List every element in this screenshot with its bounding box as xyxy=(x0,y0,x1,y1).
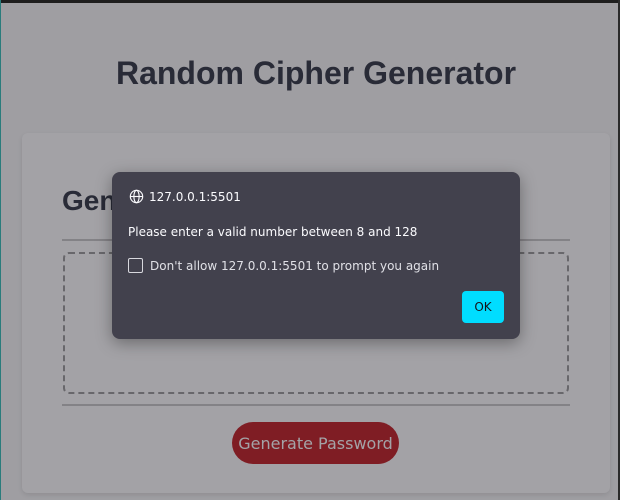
ok-button[interactable]: OK xyxy=(462,291,504,323)
dont-allow-label: Don't allow 127.0.0.1:5501 to prompt you… xyxy=(150,258,440,273)
dialog-origin: 127.0.0.1:5501 xyxy=(149,189,241,204)
globe-icon xyxy=(129,189,144,204)
prompt-dialog: 127.0.0.1:5501 Please enter a valid numb… xyxy=(112,172,520,339)
dialog-message: Please enter a valid number between 8 an… xyxy=(128,225,418,239)
dont-allow-checkbox[interactable] xyxy=(128,258,143,273)
dont-allow-prompt-option[interactable]: Don't allow 127.0.0.1:5501 to prompt you… xyxy=(128,258,439,273)
window-left-edge xyxy=(0,0,1,500)
dialog-header: 127.0.0.1:5501 xyxy=(129,189,241,204)
window-top-edge xyxy=(0,0,620,3)
